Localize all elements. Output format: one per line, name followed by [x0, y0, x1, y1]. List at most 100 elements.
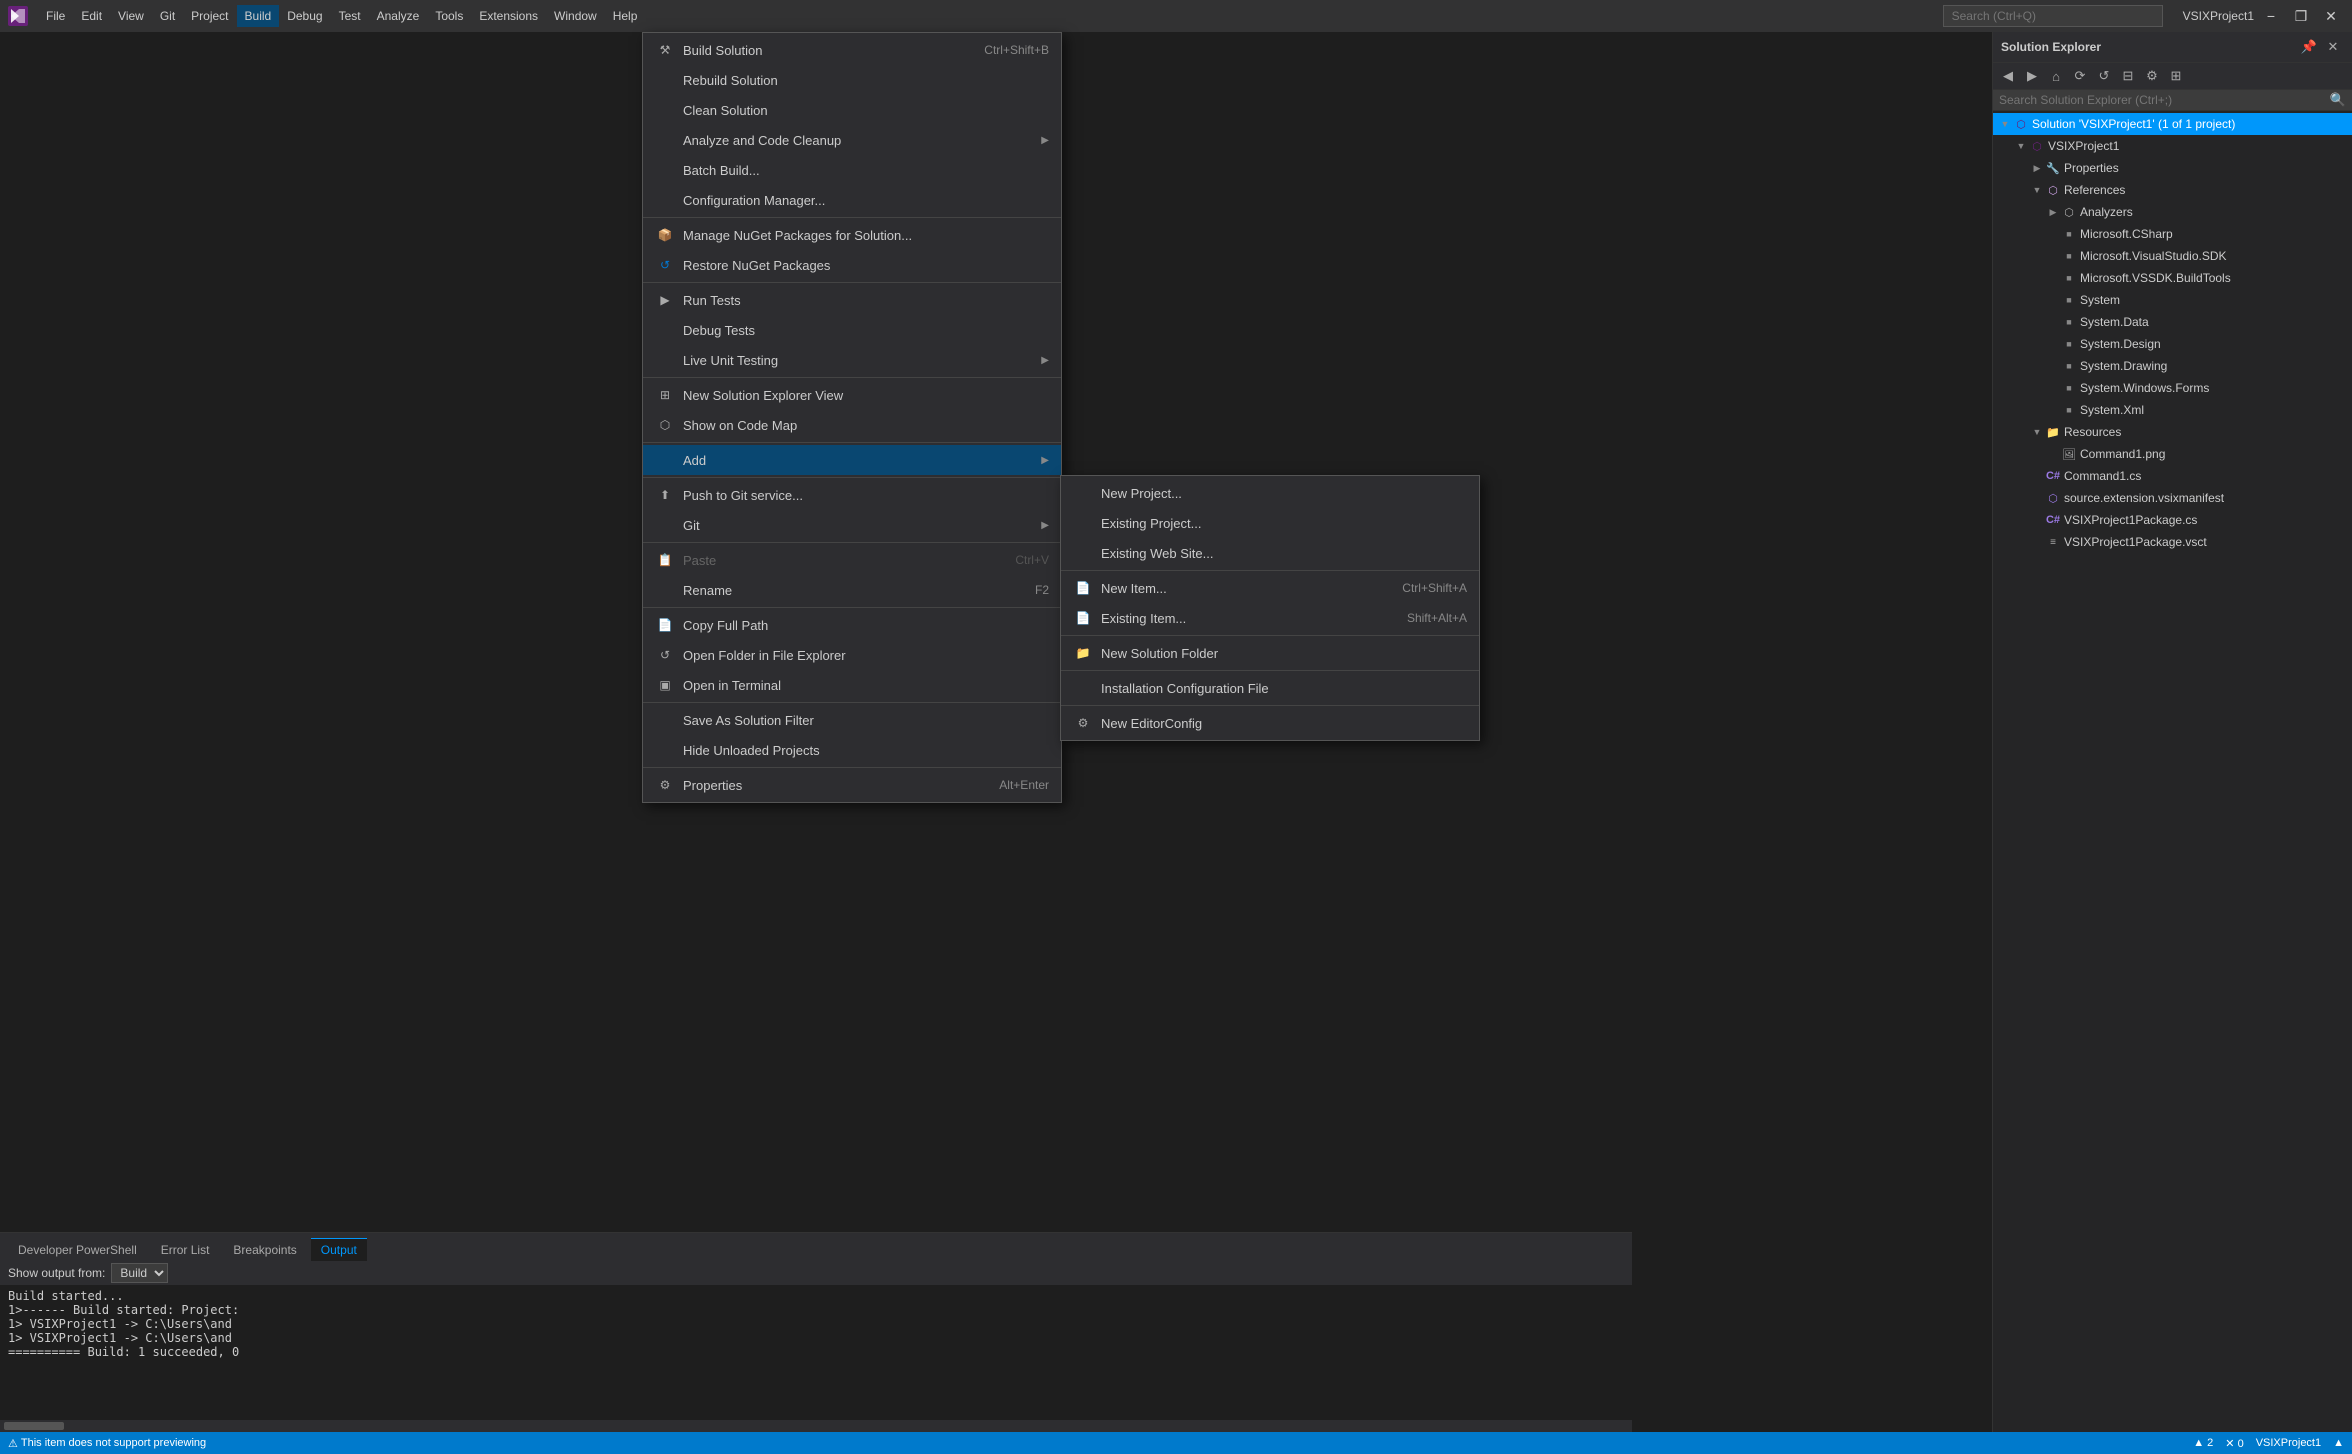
se-refresh-button[interactable]: ↺	[2093, 65, 2115, 87]
menu-tools[interactable]: Tools	[427, 5, 471, 27]
cm-live-unit-testing[interactable]: Live Unit Testing ▶	[643, 345, 1061, 375]
output-line-3: 1> VSIXProject1 -> C:\Users\and	[8, 1317, 1624, 1331]
tree-row-resources[interactable]: ▼ 📁 Resources	[1993, 421, 2352, 443]
tree-row-command1cs[interactable]: ▶ C# Command1.cs	[1993, 465, 2352, 487]
cm-restore-nuget[interactable]: ↺ Restore NuGet Packages	[643, 250, 1061, 280]
cm-batch-build[interactable]: Batch Build...	[643, 155, 1061, 185]
ref-icon: ■	[2061, 270, 2077, 286]
cm-manage-nuget[interactable]: 📦 Manage NuGet Packages for Solution...	[643, 220, 1061, 250]
tree-row-properties[interactable]: ▶ 🔧 Properties	[1993, 157, 2352, 179]
menu-file[interactable]: File	[38, 5, 73, 27]
cm-run-tests[interactable]: ▶ Run Tests	[643, 285, 1061, 315]
add-separator-2	[1061, 635, 1479, 636]
ref-icon: ■	[2061, 380, 2077, 396]
menu-view[interactable]: View	[110, 5, 152, 27]
se-properties-button[interactable]: ⚙	[2141, 65, 2163, 87]
tab-breakpoints[interactable]: Breakpoints	[223, 1238, 306, 1261]
se-forward-button[interactable]: ▶	[2021, 65, 2043, 87]
solution-explorer: Solution Explorer 📌 ✕ ◀ ▶ ⌂ ⟳ ↺ ⊟ ⚙ ⊞ 🔍 …	[1992, 32, 2352, 1432]
tree-row-ref-sysxml[interactable]: ▶ ■ System.Xml	[1993, 399, 2352, 421]
menu-window[interactable]: Window	[546, 5, 605, 27]
menu-extensions[interactable]: Extensions	[471, 5, 546, 27]
cm-clean-solution[interactable]: Clean Solution	[643, 95, 1061, 125]
tab-output[interactable]: Output	[311, 1238, 367, 1261]
tree-row-references[interactable]: ▼ ⬡ References	[1993, 179, 2352, 201]
tab-developer-powershell[interactable]: Developer PowerShell	[8, 1238, 147, 1261]
cm-properties[interactable]: ⚙ Properties Alt+Enter	[643, 770, 1061, 800]
cm-add-new-item[interactable]: 📄 New Item... Ctrl+Shift+A	[1061, 573, 1479, 603]
tree-row-command1png[interactable]: ▶ 🖼 Command1.png	[1993, 443, 2352, 465]
cm-copy-full-path[interactable]: 📄 Copy Full Path	[643, 610, 1061, 640]
cm-open-terminal[interactable]: ▣ Open in Terminal	[643, 670, 1061, 700]
menu-git[interactable]: Git	[152, 5, 183, 27]
cm-add[interactable]: Add ▶	[643, 445, 1061, 475]
menu-edit[interactable]: Edit	[73, 5, 110, 27]
tree-row-ref-sysdrawing[interactable]: ▶ ■ System.Drawing	[1993, 355, 2352, 377]
cm-label-new-item: New Item...	[1101, 581, 1382, 596]
se-collapse-button[interactable]: ⊟	[2117, 65, 2139, 87]
cm-debug-tests[interactable]: Debug Tests	[643, 315, 1061, 345]
tree-row-ref-mscsharp[interactable]: ▶ ■ Microsoft.CSharp	[1993, 223, 2352, 245]
tree-row-ref-vssdk[interactable]: ▶ ■ Microsoft.VisualStudio.SDK	[1993, 245, 2352, 267]
se-back-button[interactable]: ◀	[1997, 65, 2019, 87]
close-button[interactable]: ✕	[2318, 3, 2344, 29]
tree-row-vsixpackagevsct[interactable]: ▶ ≡ VSIXProject1Package.vsct	[1993, 531, 2352, 553]
cm-label-new-se-view: New Solution Explorer View	[683, 388, 1049, 403]
cm-paste[interactable]: 📋 Paste Ctrl+V	[643, 545, 1061, 575]
tree-row-ref-syswf[interactable]: ▶ ■ System.Windows.Forms	[1993, 377, 2352, 399]
cm-add-existing-website[interactable]: Existing Web Site...	[1061, 538, 1479, 568]
se-close-button[interactable]: ✕	[2322, 36, 2344, 58]
tree-row-ref-sysdesign[interactable]: ▶ ■ System.Design	[1993, 333, 2352, 355]
minimize-button[interactable]: −	[2258, 3, 2284, 29]
cm-add-editorconfig[interactable]: ⚙ New EditorConfig	[1061, 708, 1479, 738]
tree-row-vsixmanifest[interactable]: ▶ ⬡ source.extension.vsixmanifest	[1993, 487, 2352, 509]
menu-help[interactable]: Help	[605, 5, 646, 27]
cm-label-editorconfig: New EditorConfig	[1101, 716, 1467, 731]
restore-button[interactable]: ❐	[2288, 3, 2314, 29]
tree-row-analyzers[interactable]: ▶ ⬡ Analyzers	[1993, 201, 2352, 223]
se-filter-button[interactable]: ⊞	[2165, 65, 2187, 87]
cm-new-solution-explorer-view[interactable]: ⊞ New Solution Explorer View	[643, 380, 1061, 410]
se-sync-button[interactable]: ⟳	[2069, 65, 2091, 87]
horizontal-scrollbar[interactable]	[0, 1420, 1632, 1432]
tab-error-list[interactable]: Error List	[151, 1238, 220, 1261]
tree-label-references: References	[2064, 183, 2125, 197]
cm-rename[interactable]: Rename F2	[643, 575, 1061, 605]
cm-push-git[interactable]: ⬆ Push to Git service...	[643, 480, 1061, 510]
cm-analyze-cleanup[interactable]: Analyze and Code Cleanup ▶	[643, 125, 1061, 155]
se-home-button[interactable]: ⌂	[2045, 65, 2067, 87]
output-source-select[interactable]: Build	[111, 1263, 168, 1283]
cm-label-batch-build: Batch Build...	[683, 163, 1049, 178]
cm-open-folder-explorer[interactable]: ↺ Open Folder in File Explorer	[643, 640, 1061, 670]
ref-icon: ■	[2061, 336, 2077, 352]
menu-test[interactable]: Test	[331, 5, 369, 27]
tree-row-solution[interactable]: ▼ ⬡ Solution 'VSIXProject1' (1 of 1 proj…	[1993, 113, 2352, 135]
menu-analyze[interactable]: Analyze	[369, 5, 428, 27]
tree-row-ref-vssdkbt[interactable]: ▶ ■ Microsoft.VSSDK.BuildTools	[1993, 267, 2352, 289]
tree-row-ref-system[interactable]: ▶ ■ System	[1993, 289, 2352, 311]
cm-save-solution-filter[interactable]: Save As Solution Filter	[643, 705, 1061, 735]
cm-rebuild-solution[interactable]: Rebuild Solution	[643, 65, 1061, 95]
tree-row-ref-sysdata[interactable]: ▶ ■ System.Data	[1993, 311, 2352, 333]
cm-add-install-config[interactable]: Installation Configuration File	[1061, 673, 1479, 703]
cm-hide-unloaded[interactable]: Hide Unloaded Projects	[643, 735, 1061, 765]
cm-add-new-project[interactable]: New Project...	[1061, 478, 1479, 508]
global-search-input[interactable]	[1943, 5, 2163, 27]
se-search-input[interactable]	[1999, 93, 2326, 107]
se-pin-button[interactable]: 📌	[2298, 36, 2320, 58]
cm-show-code-map[interactable]: ⬡ Show on Code Map	[643, 410, 1061, 440]
menu-debug[interactable]: Debug	[279, 5, 330, 27]
cm-build-solution[interactable]: ⚒ Build Solution Ctrl+Shift+B	[643, 35, 1061, 65]
live-testing-icon	[655, 350, 675, 370]
tree-row-vsixproject[interactable]: ▼ ⬡ VSIXProject1	[1993, 135, 2352, 157]
cm-add-existing-item[interactable]: 📄 Existing Item... Shift+Alt+A	[1061, 603, 1479, 633]
csharp-icon: C#	[2045, 468, 2061, 484]
menu-build[interactable]: Build	[237, 5, 280, 27]
cm-config-manager[interactable]: Configuration Manager...	[643, 185, 1061, 215]
menu-project[interactable]: Project	[183, 5, 236, 27]
cm-add-new-solution-folder[interactable]: 📁 New Solution Folder	[1061, 638, 1479, 668]
cm-git[interactable]: Git ▶	[643, 510, 1061, 540]
cm-add-existing-project[interactable]: Existing Project...	[1061, 508, 1479, 538]
vsct-icon: ≡	[2045, 534, 2061, 550]
tree-row-vsixpackagecs[interactable]: ▶ C# VSIXProject1Package.cs	[1993, 509, 2352, 531]
